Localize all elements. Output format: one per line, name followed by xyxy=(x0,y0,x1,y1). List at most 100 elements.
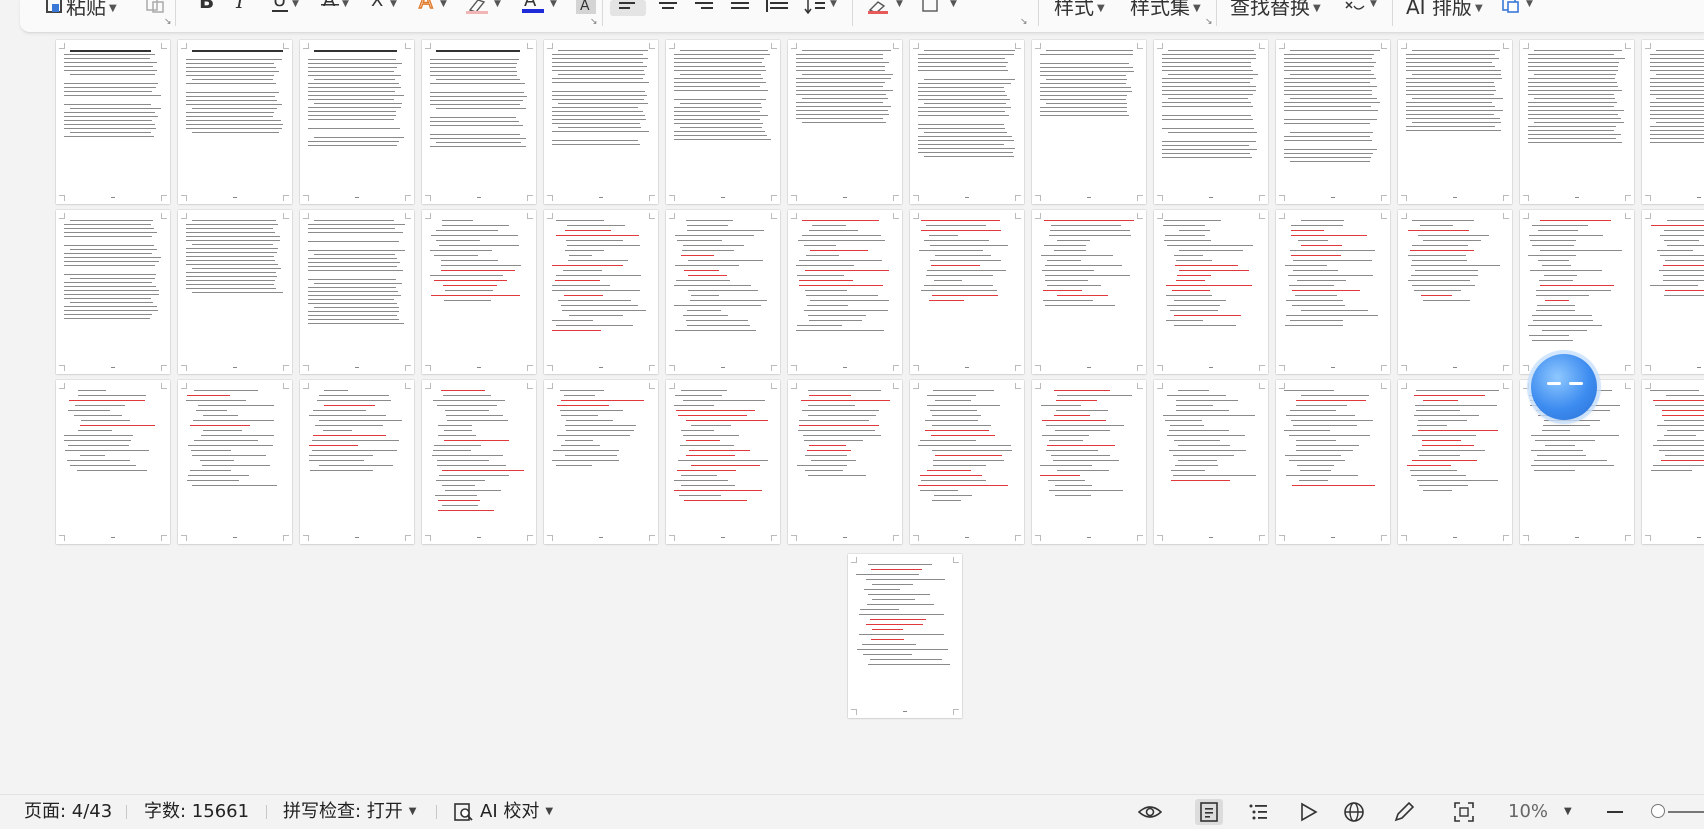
paragraph-group-expand-icon[interactable]: ↘ xyxy=(1020,18,1028,27)
page-thumbnail[interactable] xyxy=(666,40,780,204)
ai-assistant-ball[interactable] xyxy=(1531,354,1597,420)
zoom-out-icon[interactable] xyxy=(1604,801,1626,823)
paste-button[interactable]: 粘贴 ▼ xyxy=(66,0,117,18)
styles-label: 样式 xyxy=(1054,0,1094,18)
find-replace-button[interactable]: 查找替换 ▼ xyxy=(1230,0,1321,18)
page-thumbnail[interactable] xyxy=(910,40,1024,204)
page-thumbnail[interactable] xyxy=(1032,380,1146,544)
zoom-slider-thumb[interactable] xyxy=(1651,804,1665,818)
ai-proofread-label: AI 校对 xyxy=(480,801,540,822)
page-thumbnail[interactable] xyxy=(1642,40,1704,204)
highlight-icon[interactable]: ▼ xyxy=(464,0,508,14)
page-thumbnail[interactable] xyxy=(1154,40,1268,204)
svg-text:▼: ▼ xyxy=(950,0,957,9)
page-thumbnail[interactable] xyxy=(300,380,414,544)
styles-group-expand-icon[interactable]: ↘ xyxy=(1205,18,1213,27)
underline-icon[interactable]: U ▼ xyxy=(270,0,306,14)
page-thumbnail[interactable] xyxy=(178,40,292,204)
page-thumbnail[interactable] xyxy=(544,40,658,204)
page-thumbnail[interactable] xyxy=(178,210,292,374)
page-thumbnail[interactable] xyxy=(788,210,902,374)
align-left-icon[interactable] xyxy=(610,0,646,16)
ai-layout-button[interactable]: AI 排版 ▼ xyxy=(1406,0,1483,18)
strikethrough-icon[interactable]: A ▼ xyxy=(320,0,356,14)
ai-proofread-button[interactable]: AI 校对 ▼ xyxy=(480,795,553,829)
page-thumbnail[interactable] xyxy=(178,380,292,544)
distributed-icon[interactable] xyxy=(764,0,794,14)
align-right-icon[interactable] xyxy=(692,0,718,14)
clipboard-group-expand-icon[interactable]: ↘ xyxy=(164,18,172,27)
page-thumbnail[interactable] xyxy=(1276,210,1390,374)
page-thumbnail[interactable] xyxy=(666,380,780,544)
text-effect-icon[interactable]: A ▼ xyxy=(416,0,452,14)
paste-icon[interactable] xyxy=(44,0,64,14)
char-shading-icon[interactable]: A xyxy=(576,0,596,14)
page-thumbnail[interactable] xyxy=(910,380,1024,544)
svg-text:B: B xyxy=(199,0,214,13)
select-icon[interactable]: ▼ xyxy=(1342,0,1382,14)
svg-text:▼: ▼ xyxy=(550,0,557,9)
page-thumbnail[interactable] xyxy=(1520,40,1634,204)
page-thumbnail[interactable] xyxy=(1642,380,1704,544)
page-thumbnail[interactable] xyxy=(910,210,1024,374)
web-icon[interactable] xyxy=(1343,801,1365,823)
document-canvas[interactable] xyxy=(0,32,1704,794)
play-icon[interactable] xyxy=(1297,801,1319,823)
style-set-button[interactable]: 样式集 ▼ xyxy=(1130,0,1201,18)
align-center-icon[interactable] xyxy=(656,0,682,14)
page-thumbnail[interactable] xyxy=(300,210,414,374)
border-icon[interactable]: ▼ xyxy=(920,0,964,14)
page-thumbnail[interactable] xyxy=(422,380,536,544)
page-thumbnail[interactable] xyxy=(1276,40,1390,204)
page-thumbnail[interactable] xyxy=(1154,380,1268,544)
page-thumbnail[interactable] xyxy=(300,40,414,204)
page-view-icon[interactable] xyxy=(1195,799,1223,825)
page-thumbnail[interactable] xyxy=(1398,40,1512,204)
pen-icon[interactable] xyxy=(1393,801,1415,823)
eye-icon[interactable] xyxy=(1138,801,1162,823)
layout-options-icon[interactable]: ▼ xyxy=(1500,0,1540,14)
ribbon-separator xyxy=(1392,0,1393,26)
page-thumbnail[interactable] xyxy=(1276,380,1390,544)
svg-text:▼: ▼ xyxy=(390,0,397,9)
zoom-slider[interactable] xyxy=(1668,811,1704,813)
page-thumbnail[interactable] xyxy=(1032,210,1146,374)
svg-text:▼: ▼ xyxy=(1526,0,1533,9)
page-thumbnail[interactable] xyxy=(848,554,962,718)
page-thumbnail[interactable] xyxy=(1032,40,1146,204)
svg-text:▼: ▼ xyxy=(342,0,349,9)
page-thumbnail[interactable] xyxy=(1398,380,1512,544)
shading-icon[interactable]: ▼ xyxy=(866,0,910,14)
styles-button[interactable]: 样式 ▼ xyxy=(1054,0,1105,18)
spellcheck-toggle[interactable]: 拼写检查: 打开 ▼ xyxy=(283,795,417,829)
clear-format-icon[interactable]: X ▼ xyxy=(368,0,404,14)
zoom-level-select[interactable]: 10% ▼ xyxy=(1508,795,1572,829)
ribbon-separator xyxy=(1216,0,1217,26)
word-count[interactable]: 字数: 15661 xyxy=(144,795,249,829)
page-thumbnail[interactable] xyxy=(544,380,658,544)
bold-icon[interactable]: B xyxy=(196,0,218,14)
page-thumbnail[interactable] xyxy=(544,210,658,374)
page-thumbnail[interactable] xyxy=(666,210,780,374)
font-group-expand-icon[interactable]: ↘ xyxy=(590,18,598,27)
page-thumbnail[interactable] xyxy=(56,40,170,204)
ai-proofread-icon[interactable] xyxy=(452,801,474,823)
page-indicator[interactable]: 页面: 4/43 xyxy=(24,795,112,829)
font-color-icon[interactable]: A ▼ xyxy=(520,0,564,14)
page-thumbnail[interactable] xyxy=(56,210,170,374)
page-thumbnail[interactable] xyxy=(788,380,902,544)
outline-icon[interactable] xyxy=(1247,801,1269,823)
clipboard-icon[interactable] xyxy=(144,0,166,14)
page-thumbnail[interactable] xyxy=(1642,210,1704,374)
page-thumbnail[interactable] xyxy=(788,40,902,204)
page-thumbnail[interactable] xyxy=(422,210,536,374)
line-spacing-icon[interactable]: ▼ xyxy=(802,0,842,14)
page-thumbnail[interactable] xyxy=(56,380,170,544)
page-thumbnail[interactable] xyxy=(1398,210,1512,374)
page-thumbnail[interactable] xyxy=(1520,210,1634,374)
fit-screen-icon[interactable] xyxy=(1453,801,1475,823)
page-thumbnail[interactable] xyxy=(422,40,536,204)
italic-icon[interactable]: I xyxy=(232,0,254,14)
page-thumbnail[interactable] xyxy=(1154,210,1268,374)
justify-icon[interactable] xyxy=(728,0,754,14)
